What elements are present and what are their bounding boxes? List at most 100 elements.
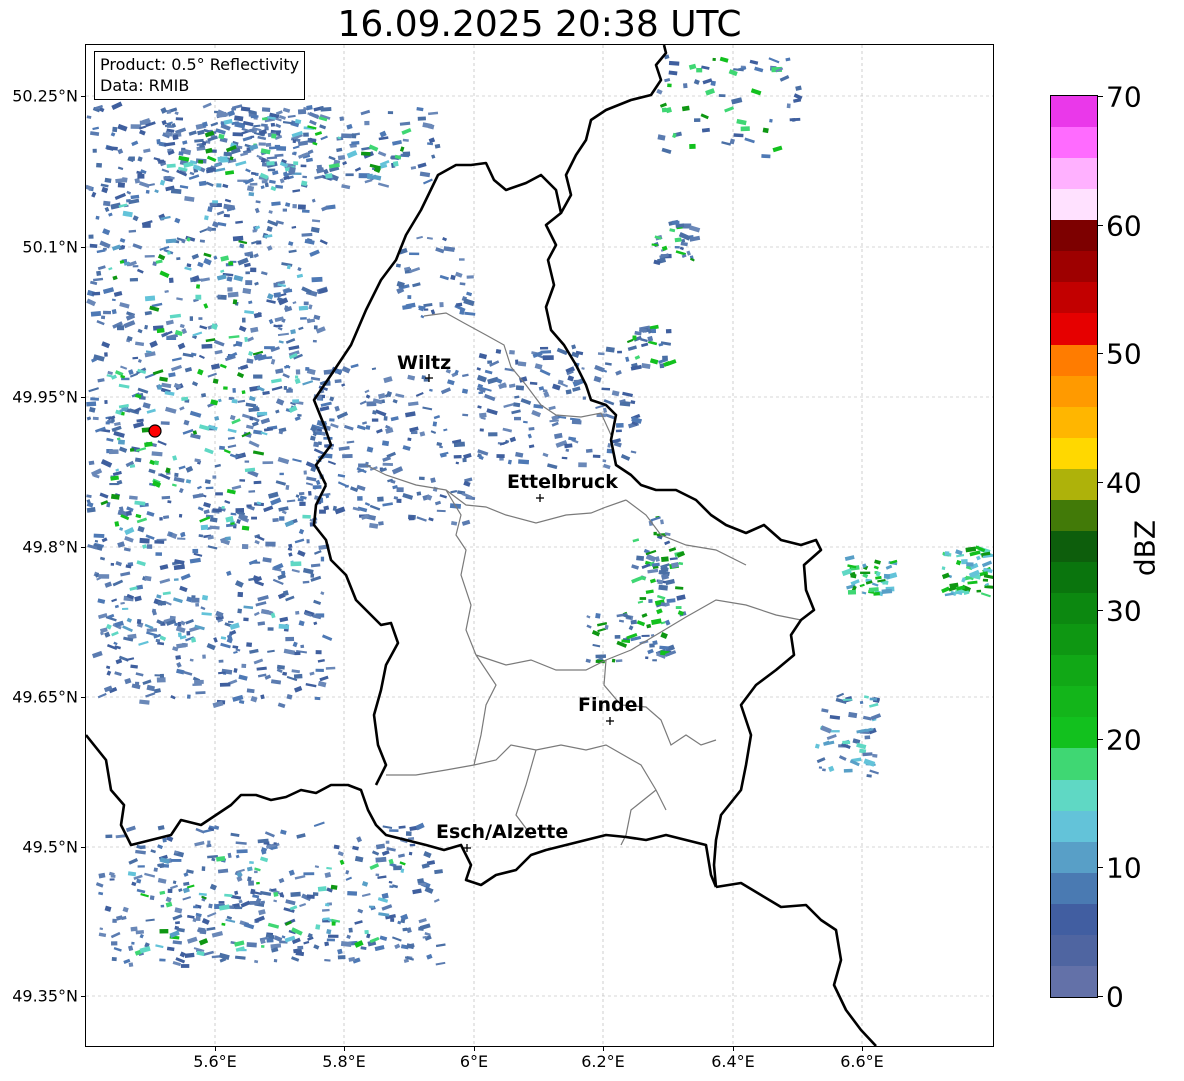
radar-echo bbox=[681, 238, 686, 243]
radar-echo bbox=[248, 395, 256, 402]
radar-echo bbox=[92, 148, 97, 153]
radar-echo bbox=[248, 300, 253, 305]
radar-echo bbox=[234, 955, 246, 960]
radar-echo bbox=[126, 657, 135, 662]
radar-echo bbox=[322, 908, 330, 912]
radar-echo bbox=[193, 905, 199, 909]
radar-echo bbox=[106, 665, 111, 670]
radar-echo bbox=[168, 372, 176, 378]
radar-echo bbox=[346, 934, 351, 940]
radar-echo bbox=[105, 834, 113, 839]
radar-echo bbox=[291, 225, 297, 229]
radar-echo bbox=[277, 456, 290, 465]
radar-echo bbox=[98, 574, 110, 579]
radar-echo bbox=[366, 446, 374, 453]
radar-echo bbox=[822, 768, 826, 772]
radar-echo bbox=[235, 854, 240, 859]
radar-echo bbox=[121, 177, 128, 183]
radar-echo bbox=[200, 606, 206, 611]
radar-echo bbox=[91, 191, 97, 198]
radar-echo bbox=[109, 449, 119, 455]
radar-echo bbox=[476, 367, 481, 371]
radar-echo bbox=[206, 226, 213, 232]
colorbar-segment bbox=[1051, 188, 1097, 221]
radar-echo bbox=[144, 441, 153, 448]
radar-echo bbox=[178, 487, 184, 494]
radar-echo bbox=[181, 642, 188, 647]
radar-echo bbox=[136, 517, 148, 524]
radar-echo bbox=[302, 514, 311, 519]
radar-echo bbox=[499, 441, 508, 446]
radar-echo bbox=[258, 909, 266, 916]
radar-echo bbox=[517, 361, 527, 367]
radar-echo bbox=[111, 425, 122, 433]
colorbar-segment bbox=[1051, 157, 1097, 190]
radar-echo bbox=[592, 643, 601, 648]
radar-echo bbox=[146, 511, 155, 517]
radar-echo bbox=[215, 492, 223, 496]
radar-echo bbox=[688, 63, 697, 70]
radar-echo bbox=[160, 904, 165, 908]
radar-echo bbox=[250, 267, 257, 273]
radar-echo bbox=[245, 424, 254, 430]
radar-echo bbox=[207, 840, 211, 845]
radar-echo bbox=[181, 147, 186, 151]
radar-echo bbox=[381, 892, 389, 899]
radar-echo bbox=[664, 540, 671, 546]
radar-echo bbox=[346, 150, 358, 159]
radar-echo bbox=[463, 453, 472, 459]
radar-echo bbox=[225, 170, 235, 176]
radar-echo bbox=[132, 265, 139, 268]
data-source-label: Data: RMIB bbox=[100, 76, 190, 95]
radar-echo bbox=[511, 409, 521, 415]
radar-echo bbox=[298, 305, 309, 311]
radar-echo bbox=[96, 320, 105, 326]
radar-echo bbox=[628, 625, 634, 631]
radar-echo bbox=[199, 325, 208, 330]
radar-echo bbox=[658, 342, 664, 347]
radar-echo bbox=[113, 291, 123, 297]
radar-echo bbox=[173, 578, 179, 581]
radar-echo bbox=[271, 378, 282, 384]
radar-echo bbox=[636, 620, 646, 627]
radar-echo bbox=[105, 421, 110, 425]
lat-tick bbox=[81, 96, 86, 97]
radar-echo bbox=[645, 656, 649, 660]
radar-echo bbox=[795, 85, 802, 91]
radar-echo bbox=[98, 891, 104, 896]
radar-echo bbox=[253, 658, 264, 665]
radar-map[interactable]: Wiltz Ettelbruck Findel Esch/Alzette bbox=[86, 45, 993, 1046]
radar-echo bbox=[187, 936, 198, 944]
radar-echo bbox=[241, 544, 249, 550]
radar-echo bbox=[260, 185, 265, 190]
radar-echo bbox=[214, 463, 222, 468]
radar-echo bbox=[121, 411, 125, 416]
radar-echo bbox=[253, 312, 262, 319]
radar-echo bbox=[636, 555, 645, 561]
radar-echo bbox=[215, 128, 226, 135]
radar-echo bbox=[299, 902, 307, 908]
radar-echo bbox=[412, 888, 422, 895]
radar-echo bbox=[436, 509, 446, 513]
radar-echo bbox=[113, 421, 121, 427]
radar-echo bbox=[268, 179, 276, 184]
colorbar-segment bbox=[1051, 530, 1097, 563]
radar-echo bbox=[399, 861, 406, 866]
radar-echo bbox=[405, 302, 416, 309]
radar-echo bbox=[430, 430, 437, 434]
radar-echo bbox=[295, 369, 301, 375]
radar-echo bbox=[152, 369, 164, 376]
radar-echo bbox=[294, 685, 303, 693]
radar-echo bbox=[315, 668, 324, 672]
radar-echo bbox=[661, 556, 669, 562]
radar-echo bbox=[162, 591, 171, 596]
radar-echo bbox=[313, 944, 320, 950]
radar-echo bbox=[408, 851, 413, 856]
radar-echo bbox=[664, 619, 671, 626]
radar-echo bbox=[212, 200, 218, 204]
radar-echo bbox=[540, 346, 549, 350]
radar-echo bbox=[161, 495, 171, 500]
radar-echo bbox=[270, 122, 276, 127]
radar-echo bbox=[496, 454, 505, 459]
radar-echo bbox=[664, 78, 671, 83]
